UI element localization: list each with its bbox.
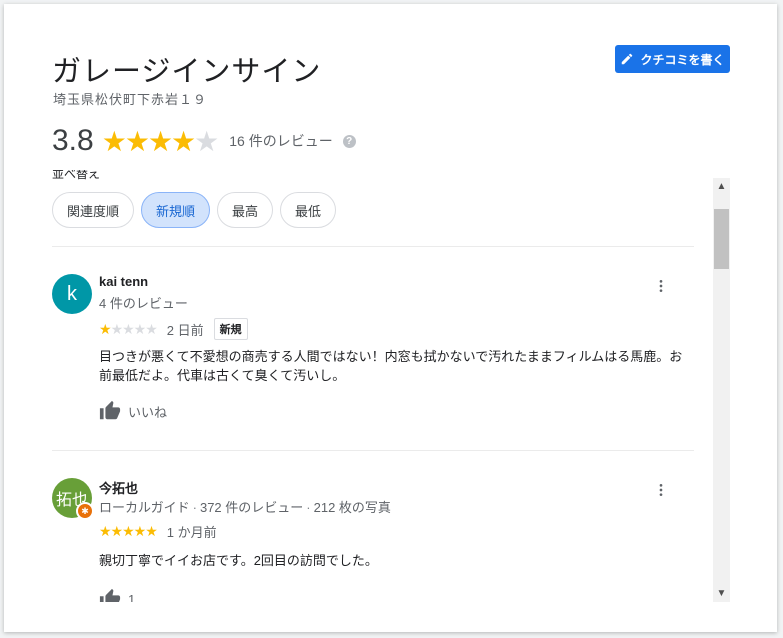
review-item: 拓也 ✱ 今拓也 ローカルガイド · 372 件のレビュー · 212 枚の写真 ★★★… [52,478,697,602]
rating-stars: ★★★★★ [101,125,220,158]
like-button[interactable]: いいね [99,400,167,422]
local-guide-label: ローカルガイド [99,500,190,515]
reviewer-meta: ローカルガイド · 372 件のレビュー · 212 枚の写真 [99,500,391,515]
review-time: 1 か月前 [166,525,217,540]
review-text: 目つきが悪くて不愛想の商売する人間ではない！内窓も拭かないで汚れたままフィルムは… [99,349,683,383]
like-label: いいね [128,404,168,420]
help-icon[interactable]: ? [342,134,356,148]
reviews-dialog: ガレージインサイン 埼玉県松伏町下赤岩１９ クチコミを書く 3.8 ★★★★★ … [4,4,777,632]
reviewer-meta: 4 件のレビュー [99,296,188,311]
review-time: 2 日前 [166,322,204,338]
write-review-label: クチコミを書く [640,52,725,67]
review-count: 16 件のレビュー [229,133,333,149]
review-rating: ★★★★★ 2 日前 新規 [99,318,248,340]
sort-chip-newest[interactable]: 新規順 [141,192,211,228]
local-guide-badge-icon: ✱ [76,502,94,520]
sort-chip-lowest[interactable]: 最低 [280,192,337,228]
thumb-up-icon [99,588,121,602]
more-vert-icon[interactable] [653,482,669,498]
reviewer-review-count: 372 件のレビュー [199,500,304,515]
sort-label: 並べ替え [52,170,101,180]
reviewer-name[interactable]: 今拓也 [99,478,138,497]
star-empty-icon: ★ [194,125,219,157]
scroll-down-arrow-icon[interactable]: ▼ [713,585,730,602]
place-title: ガレージインサイン [52,56,322,88]
review-stars: ★★★★★ [99,523,158,539]
write-review-button[interactable]: クチコミを書く [615,45,730,73]
scrollbar[interactable]: ▲ ▼ [713,178,730,602]
sort-chip-highest[interactable]: 最高 [217,192,274,228]
review-stars: ★★★★★ [99,320,158,337]
sort-chip-relevance[interactable]: 関連度順 [52,192,135,228]
thumb-up-icon [99,400,121,420]
avatar[interactable]: k [52,274,92,314]
more-vert-icon[interactable] [653,278,669,294]
scrollbar-thumb[interactable] [714,209,729,269]
like-count: 1 [128,591,136,603]
star-icon: ★ [171,125,196,157]
divider [52,450,694,451]
star-icon: ★ [124,125,150,157]
review-rating: ★★★★★ 1 か月前 [99,522,217,541]
rating-summary: 3.8 ★★★★★ 16 件のレビュー ? [52,124,356,158]
review-text: 親切丁寧でイイお店です。2回目の訪問でした。 [99,553,378,568]
scroll-up-arrow-icon[interactable]: ▲ [713,178,730,195]
rating-value: 3.8 [52,124,94,157]
divider [52,246,694,247]
star-icon: ★ [147,125,173,157]
new-badge: 新規 [213,318,248,340]
star-icon: ★ [101,125,127,157]
reviewer-name[interactable]: kai tenn [99,274,148,289]
like-button[interactable]: 1 [99,588,135,602]
place-address: 埼玉県松伏町下赤岩１９ [53,92,208,107]
sort-chips: 関連度順 新規順 最高 最低 [52,192,337,228]
review-item: k kai tenn 4 件のレビュー ★★★★★ 2 日前 新規 目つきが悪く… [52,274,697,434]
reviewer-photo-count: 212 枚の写真 [313,500,391,515]
pencil-icon [622,53,633,65]
